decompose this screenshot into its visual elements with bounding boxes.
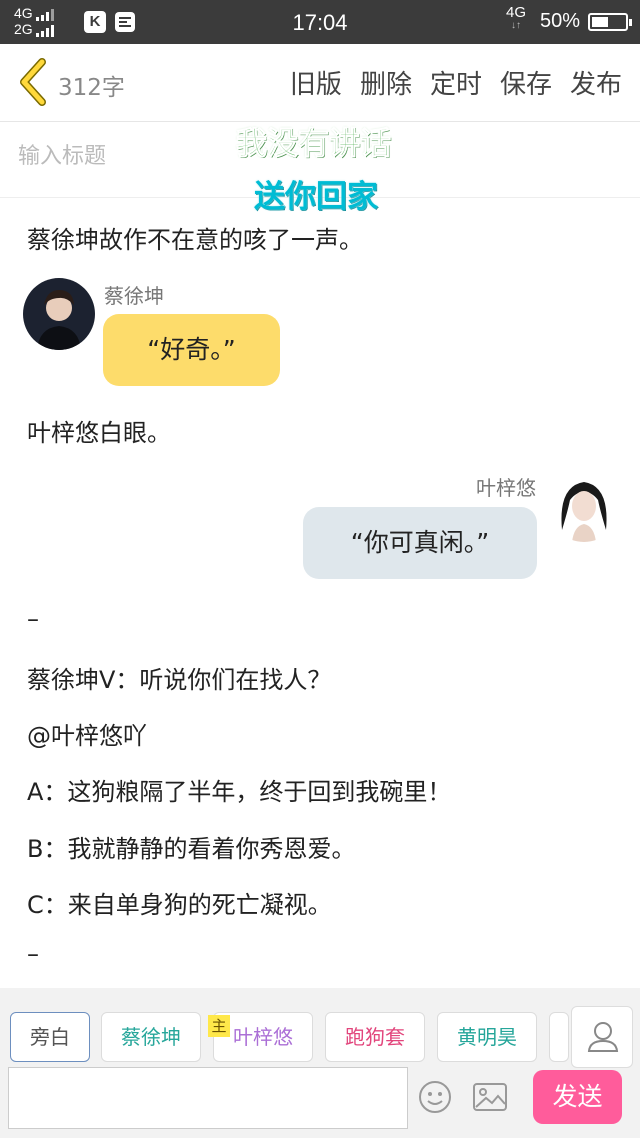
narration-paragraph: @叶梓悠吖 <box>27 722 147 750</box>
avatar <box>548 470 620 542</box>
schedule-button[interactable]: 定时 <box>430 64 482 101</box>
role-chip-partial[interactable] <box>549 1012 569 1062</box>
role-chip-narrator[interactable]: 旁白 <box>10 1012 90 1062</box>
role-chip[interactable]: 蔡徐坤 <box>101 1012 201 1062</box>
mobile-data-indicator: 4G ↓↑ <box>506 4 527 31</box>
save-button[interactable]: 保存 <box>500 64 552 101</box>
header-actions: 旧版 删除 定时 保存 发布 <box>290 64 622 101</box>
old-version-button[interactable]: 旧版 <box>290 64 342 101</box>
publish-button[interactable]: 发布 <box>570 64 622 101</box>
battery-icon <box>588 13 632 31</box>
narration-paragraph: 叶梓悠白眼。 <box>27 419 171 447</box>
narration-paragraph: C：来自单身狗的死亡凝视。 <box>27 891 332 919</box>
status-bar: 4G 2G K 17:04 4G ↓↑ 50% <box>0 0 640 44</box>
editor-header: 312字 旧版 删除 定时 保存 发布 <box>0 44 640 122</box>
delete-button[interactable]: 删除 <box>360 64 412 101</box>
narration-paragraph: 蔡徐坤V：听说你们在找人？ <box>27 666 332 694</box>
narration-paragraph: B：我就静静的看着你秀恩爱。 <box>27 835 356 863</box>
avatar <box>23 278 95 350</box>
chevron-left-icon[interactable] <box>16 58 50 106</box>
battery-percent: 50% <box>540 10 581 32</box>
speaker-name: 叶梓悠 <box>476 476 536 500</box>
image-icon[interactable] <box>472 1082 508 1112</box>
chat-bubble: “你可真闲。” <box>303 507 537 579</box>
message-input[interactable] <box>8 1067 408 1129</box>
chat-bubble: “好奇。” <box>103 314 280 386</box>
scene-break: – <box>27 940 39 968</box>
composer-area: 旁白 蔡徐坤 叶梓悠 主 跑狗套 黄明昊 发送 <box>0 988 640 1138</box>
speaker-name: 蔡徐坤 <box>104 284 164 308</box>
battery-fill <box>592 17 608 27</box>
role-chip[interactable]: 黄明昊 <box>437 1012 537 1062</box>
narration-paragraph: A：这狗粮隔了半年，终于回到我碗里！ <box>27 778 452 806</box>
narration-paragraph: 蔡徐坤故作不在意的咳了一声。 <box>27 226 363 254</box>
scene-break: – <box>27 605 39 633</box>
main-role-badge: 主 <box>208 1015 230 1037</box>
story-content: 蔡徐坤故作不在意的咳了一声。 蔡徐坤 “好奇。” 叶梓悠白眼。 叶梓悠 “你可真… <box>0 198 640 988</box>
watermark-line-1: 我没有讲话 <box>236 126 392 163</box>
word-count: 312字 <box>58 75 125 101</box>
role-chip[interactable]: 跑狗套 <box>325 1012 425 1062</box>
person-icon <box>587 1022 619 1052</box>
send-button[interactable]: 发送 <box>533 1070 622 1124</box>
emoji-icon[interactable] <box>418 1080 452 1114</box>
manage-roles-button[interactable] <box>571 1006 633 1068</box>
